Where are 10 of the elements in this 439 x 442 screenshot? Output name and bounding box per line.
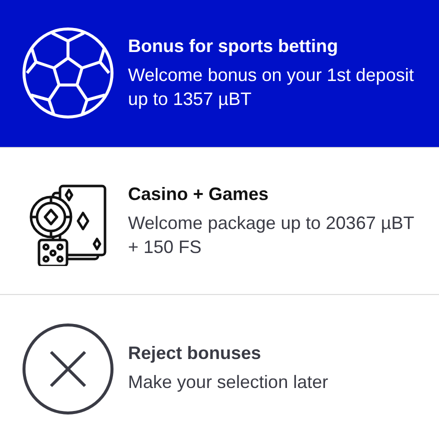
- option-title: Bonus for sports betting: [128, 36, 339, 57]
- option-description: Make your selection later: [128, 371, 328, 394]
- soccer-ball-icon: [22, 27, 114, 120]
- option-description: Welcome bonus on your 1st deposit up to 1357 µBT: [128, 64, 415, 111]
- close-icon: [22, 322, 114, 415]
- option-title: Reject bonuses: [128, 343, 262, 364]
- bonus-option[interactable]: Bonus for sports betting Welcome bonus on your 1st deposit up to 1357 µBT: [0, 0, 439, 148]
- option-title: Casino + Games: [128, 184, 270, 204]
- bonus-option[interactable]: Casino + Games Welcome package up to 20367 µBT + 150 FS: [0, 148, 439, 296]
- option-description: Welcome package up to 20367 µBT + 150 FS: [128, 212, 415, 258]
